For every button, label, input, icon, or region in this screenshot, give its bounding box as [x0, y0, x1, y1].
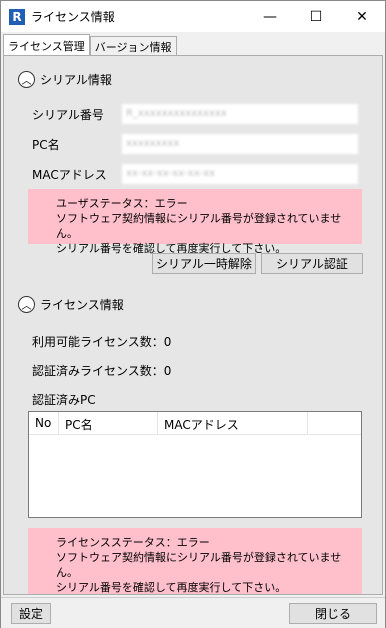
serial-number-label: シリアル番号: [32, 108, 104, 122]
footer-bar: 設定 閉じる: [1, 597, 385, 628]
serial-section-header[interactable]: ︿ シリアル情報: [18, 71, 112, 88]
user-status-line: ユーザステータス：エラー: [56, 197, 188, 210]
license-status-line: ライセンスステータス：エラー: [56, 536, 210, 549]
window-title: ライセンス情報: [31, 10, 115, 24]
column-header-filler: [308, 412, 361, 435]
serial-section-title: シリアル情報: [40, 73, 112, 87]
serial-number-field[interactable]: R_xxxxxxxxxxxxxxx: [122, 104, 358, 124]
license-section-header[interactable]: ︿ ライセンス情報: [18, 296, 124, 313]
maximize-button[interactable]: ☐: [293, 1, 339, 32]
minimize-button[interactable]: —: [247, 1, 293, 32]
user-status-error-box: ユーザステータス：エラー ソフトウェア契約情報にシリアル番号が登録されていません…: [28, 189, 362, 255]
mac-address-field[interactable]: xx-xx-xx-xx-xx-xx: [122, 164, 358, 184]
license-section-title: ライセンス情報: [40, 298, 124, 312]
authenticated-license-count: 認証済みライセンス数：0: [32, 364, 172, 378]
available-license-count: 利用可能ライセンス数：0: [32, 335, 172, 349]
close-window-button[interactable]: ✕: [339, 1, 385, 32]
authenticated-pc-table[interactable]: No PC名 MACアドレス: [28, 411, 362, 518]
serial-auth-button[interactable]: シリアル認証: [261, 253, 363, 274]
chevron-up-icon[interactable]: ︿: [18, 296, 35, 313]
close-button[interactable]: 閉じる: [289, 603, 377, 624]
tab-strip: ライセンス管理 バージョン情報: [3, 34, 177, 56]
mac-address-label: MACアドレス: [32, 168, 107, 182]
serial-release-button[interactable]: シリアル一時解除: [152, 253, 256, 274]
column-header-no[interactable]: No: [29, 412, 59, 435]
chevron-up-icon[interactable]: ︿: [18, 71, 35, 88]
user-status-message-1: ソフトウェア契約情報にシリアル番号が登録されていません。: [56, 212, 342, 240]
pc-name-field[interactable]: xxxxxxxxx: [122, 134, 358, 154]
license-info-window: R ライセンス情報 — ☐ ✕ ライセンス管理 バージョン情報 ︿ シリアル情報…: [0, 0, 386, 628]
column-header-mac-address[interactable]: MACアドレス: [158, 412, 308, 435]
license-status-message-2: シリアル番号を確認して再度実行して下さい。: [56, 581, 287, 594]
column-header-pc-name[interactable]: PC名: [59, 412, 158, 435]
settings-button[interactable]: 設定: [11, 603, 51, 624]
license-management-panel: ︿ シリアル情報 シリアル番号 R_xxxxxxxxxxxxxxx PC名 xx…: [3, 55, 383, 595]
license-status-error-box: ライセンスステータス：エラー ソフトウェア契約情報にシリアル番号が登録されていま…: [28, 528, 362, 594]
authenticated-pc-label: 認証済みPC: [32, 393, 96, 407]
license-status-message-1: ソフトウェア契約情報にシリアル番号が登録されていません。: [56, 551, 342, 579]
pc-name-label: PC名: [32, 138, 60, 152]
title-bar[interactable]: R ライセンス情報 — ☐ ✕: [1, 1, 385, 32]
revit-app-icon: R: [9, 8, 25, 25]
tab-license-management[interactable]: ライセンス管理: [3, 34, 90, 56]
tab-version-info[interactable]: バージョン情報: [89, 36, 177, 56]
table-header: No PC名 MACアドレス: [29, 412, 361, 435]
